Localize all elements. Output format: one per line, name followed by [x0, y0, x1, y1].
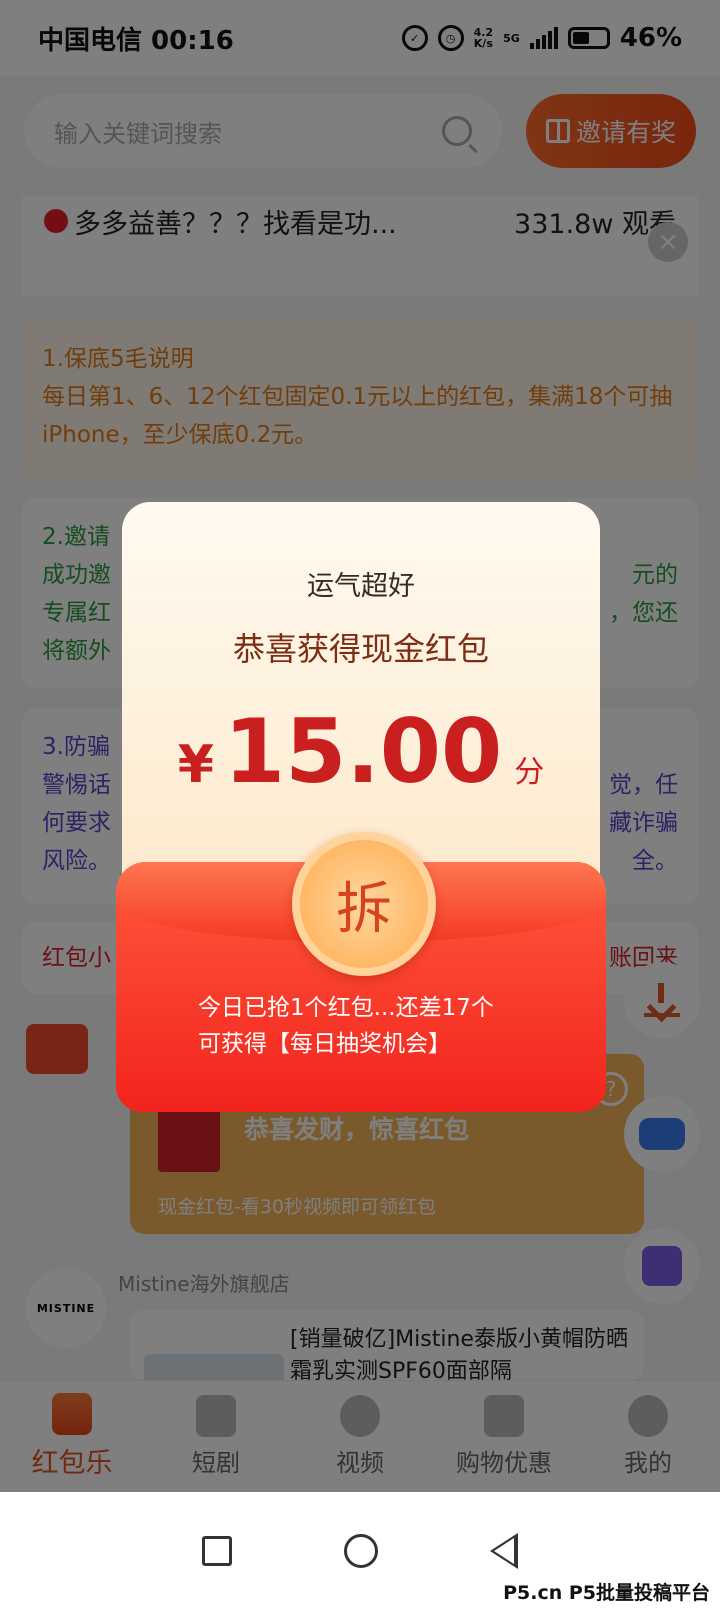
red-packet-modal: 运气超好 恭喜获得现金红包 ¥ 15.00 分 拆 今日已抢1个红包...还差1… — [116, 502, 606, 1112]
congrats-text: 恭喜获得现金红包 — [232, 630, 489, 668]
amount-value: 15.00 — [223, 700, 503, 803]
home-icon[interactable] — [344, 1534, 378, 1568]
currency-symbol: ¥ — [177, 735, 214, 795]
back-icon[interactable] — [490, 1533, 518, 1569]
open-button[interactable]: 拆 — [292, 832, 436, 976]
note-line1: 今日已抢1个红包...还差17个 — [198, 995, 494, 1021]
lucky-text: 运气超好 — [307, 571, 415, 602]
progress-note: 今日已抢1个红包...还差17个 可获得【每日抽奖机会】 — [198, 990, 494, 1062]
recents-icon[interactable] — [202, 1536, 232, 1566]
amount-unit: 分 — [514, 755, 545, 790]
watermark: P5.cn P5批量投稿平台 — [503, 1582, 710, 1604]
note-line2: 可获得【每日抽奖机会】 — [198, 1031, 451, 1057]
prize-amount: ¥ 15.00 分 — [122, 700, 600, 803]
